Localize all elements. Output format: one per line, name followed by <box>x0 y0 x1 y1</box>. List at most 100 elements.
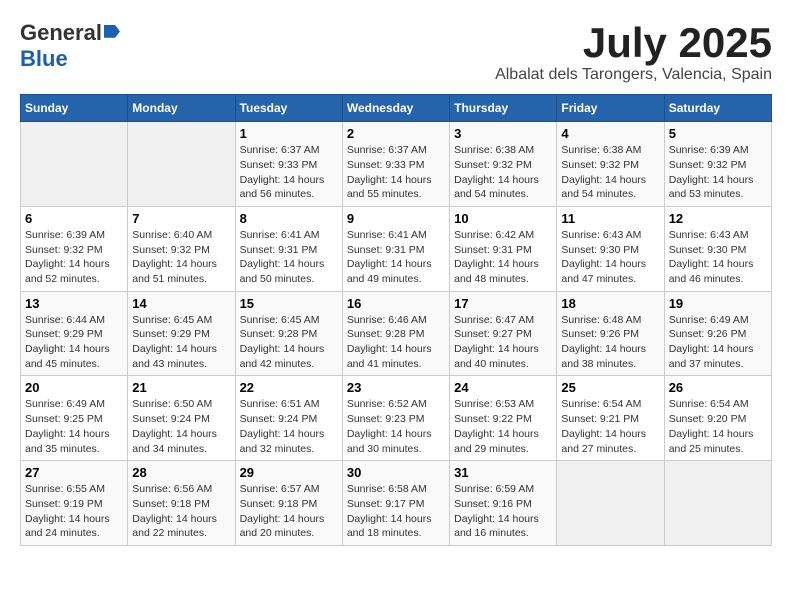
day-info: Sunrise: 6:41 AMSunset: 9:31 PMDaylight:… <box>347 229 432 285</box>
day-number: 27 <box>25 465 123 480</box>
day-cell: 12 Sunrise: 6:43 AMSunset: 9:30 PMDaylig… <box>664 206 771 291</box>
week-row-2: 6 Sunrise: 6:39 AMSunset: 9:32 PMDayligh… <box>21 206 772 291</box>
day-cell: 5 Sunrise: 6:39 AMSunset: 9:32 PMDayligh… <box>664 122 771 207</box>
day-info: Sunrise: 6:45 AMSunset: 9:28 PMDaylight:… <box>240 314 325 370</box>
day-number: 30 <box>347 465 445 480</box>
day-info: Sunrise: 6:57 AMSunset: 9:18 PMDaylight:… <box>240 483 325 539</box>
day-number: 12 <box>669 211 767 226</box>
day-number: 8 <box>240 211 338 226</box>
day-cell: 11 Sunrise: 6:43 AMSunset: 9:30 PMDaylig… <box>557 206 664 291</box>
day-cell: 4 Sunrise: 6:38 AMSunset: 9:32 PMDayligh… <box>557 122 664 207</box>
day-info: Sunrise: 6:49 AMSunset: 9:25 PMDaylight:… <box>25 398 110 454</box>
day-number: 23 <box>347 380 445 395</box>
day-cell <box>664 461 771 546</box>
day-number: 14 <box>132 296 230 311</box>
day-info: Sunrise: 6:38 AMSunset: 9:32 PMDaylight:… <box>454 144 539 200</box>
week-row-4: 20 Sunrise: 6:49 AMSunset: 9:25 PMDaylig… <box>21 376 772 461</box>
day-number: 26 <box>669 380 767 395</box>
day-number: 28 <box>132 465 230 480</box>
calendar-title: July 2025 <box>495 20 772 66</box>
logo-general-text: General <box>20 20 102 46</box>
header-monday: Monday <box>128 95 235 122</box>
header-wednesday: Wednesday <box>342 95 449 122</box>
header-friday: Friday <box>557 95 664 122</box>
day-cell: 29 Sunrise: 6:57 AMSunset: 9:18 PMDaylig… <box>235 461 342 546</box>
day-cell: 18 Sunrise: 6:48 AMSunset: 9:26 PMDaylig… <box>557 291 664 376</box>
day-cell: 20 Sunrise: 6:49 AMSunset: 9:25 PMDaylig… <box>21 376 128 461</box>
header-sunday: Sunday <box>21 95 128 122</box>
day-cell <box>557 461 664 546</box>
day-number: 21 <box>132 380 230 395</box>
day-number: 13 <box>25 296 123 311</box>
day-cell: 21 Sunrise: 6:50 AMSunset: 9:24 PMDaylig… <box>128 376 235 461</box>
day-number: 17 <box>454 296 552 311</box>
day-number: 6 <box>25 211 123 226</box>
calendar-header-row: SundayMondayTuesdayWednesdayThursdayFrid… <box>21 95 772 122</box>
day-number: 5 <box>669 126 767 141</box>
header-saturday: Saturday <box>664 95 771 122</box>
day-cell: 16 Sunrise: 6:46 AMSunset: 9:28 PMDaylig… <box>342 291 449 376</box>
day-cell: 1 Sunrise: 6:37 AMSunset: 9:33 PMDayligh… <box>235 122 342 207</box>
day-info: Sunrise: 6:44 AMSunset: 9:29 PMDaylight:… <box>25 314 110 370</box>
day-cell: 15 Sunrise: 6:45 AMSunset: 9:28 PMDaylig… <box>235 291 342 376</box>
day-cell: 13 Sunrise: 6:44 AMSunset: 9:29 PMDaylig… <box>21 291 128 376</box>
day-info: Sunrise: 6:54 AMSunset: 9:20 PMDaylight:… <box>669 398 754 454</box>
day-info: Sunrise: 6:58 AMSunset: 9:17 PMDaylight:… <box>347 483 432 539</box>
week-row-1: 1 Sunrise: 6:37 AMSunset: 9:33 PMDayligh… <box>21 122 772 207</box>
day-number: 4 <box>561 126 659 141</box>
day-number: 31 <box>454 465 552 480</box>
day-info: Sunrise: 6:49 AMSunset: 9:26 PMDaylight:… <box>669 314 754 370</box>
day-info: Sunrise: 6:38 AMSunset: 9:32 PMDaylight:… <box>561 144 646 200</box>
day-number: 22 <box>240 380 338 395</box>
day-info: Sunrise: 6:41 AMSunset: 9:31 PMDaylight:… <box>240 229 325 285</box>
day-info: Sunrise: 6:39 AMSunset: 9:32 PMDaylight:… <box>669 144 754 200</box>
day-cell: 30 Sunrise: 6:58 AMSunset: 9:17 PMDaylig… <box>342 461 449 546</box>
day-cell: 27 Sunrise: 6:55 AMSunset: 9:19 PMDaylig… <box>21 461 128 546</box>
day-info: Sunrise: 6:46 AMSunset: 9:28 PMDaylight:… <box>347 314 432 370</box>
calendar-location: Albalat dels Tarongers, Valencia, Spain <box>495 66 772 84</box>
day-cell: 31 Sunrise: 6:59 AMSunset: 9:16 PMDaylig… <box>450 461 557 546</box>
day-number: 11 <box>561 211 659 226</box>
day-info: Sunrise: 6:37 AMSunset: 9:33 PMDaylight:… <box>240 144 325 200</box>
day-number: 7 <box>132 211 230 226</box>
day-number: 10 <box>454 211 552 226</box>
day-info: Sunrise: 6:43 AMSunset: 9:30 PMDaylight:… <box>561 229 646 285</box>
logo: General Blue <box>20 20 120 72</box>
week-row-3: 13 Sunrise: 6:44 AMSunset: 9:29 PMDaylig… <box>21 291 772 376</box>
page-header: General Blue July 2025 Albalat dels Taro… <box>20 20 772 84</box>
day-info: Sunrise: 6:48 AMSunset: 9:26 PMDaylight:… <box>561 314 646 370</box>
day-number: 2 <box>347 126 445 141</box>
day-number: 3 <box>454 126 552 141</box>
day-info: Sunrise: 6:37 AMSunset: 9:33 PMDaylight:… <box>347 144 432 200</box>
day-number: 16 <box>347 296 445 311</box>
day-cell: 9 Sunrise: 6:41 AMSunset: 9:31 PMDayligh… <box>342 206 449 291</box>
day-cell: 2 Sunrise: 6:37 AMSunset: 9:33 PMDayligh… <box>342 122 449 207</box>
day-info: Sunrise: 6:53 AMSunset: 9:22 PMDaylight:… <box>454 398 539 454</box>
day-cell: 14 Sunrise: 6:45 AMSunset: 9:29 PMDaylig… <box>128 291 235 376</box>
day-cell: 19 Sunrise: 6:49 AMSunset: 9:26 PMDaylig… <box>664 291 771 376</box>
day-cell: 22 Sunrise: 6:51 AMSunset: 9:24 PMDaylig… <box>235 376 342 461</box>
day-number: 20 <box>25 380 123 395</box>
day-number: 15 <box>240 296 338 311</box>
day-number: 25 <box>561 380 659 395</box>
logo-blue-text: Blue <box>20 46 68 72</box>
day-cell: 25 Sunrise: 6:54 AMSunset: 9:21 PMDaylig… <box>557 376 664 461</box>
day-info: Sunrise: 6:51 AMSunset: 9:24 PMDaylight:… <box>240 398 325 454</box>
day-info: Sunrise: 6:50 AMSunset: 9:24 PMDaylight:… <box>132 398 217 454</box>
day-cell <box>128 122 235 207</box>
day-cell: 7 Sunrise: 6:40 AMSunset: 9:32 PMDayligh… <box>128 206 235 291</box>
day-cell: 10 Sunrise: 6:42 AMSunset: 9:31 PMDaylig… <box>450 206 557 291</box>
day-info: Sunrise: 6:47 AMSunset: 9:27 PMDaylight:… <box>454 314 539 370</box>
day-info: Sunrise: 6:54 AMSunset: 9:21 PMDaylight:… <box>561 398 646 454</box>
day-cell: 24 Sunrise: 6:53 AMSunset: 9:22 PMDaylig… <box>450 376 557 461</box>
day-info: Sunrise: 6:42 AMSunset: 9:31 PMDaylight:… <box>454 229 539 285</box>
day-cell: 28 Sunrise: 6:56 AMSunset: 9:18 PMDaylig… <box>128 461 235 546</box>
day-cell <box>21 122 128 207</box>
week-row-5: 27 Sunrise: 6:55 AMSunset: 9:19 PMDaylig… <box>21 461 772 546</box>
day-number: 19 <box>669 296 767 311</box>
day-cell: 26 Sunrise: 6:54 AMSunset: 9:20 PMDaylig… <box>664 376 771 461</box>
title-block: July 2025 Albalat dels Tarongers, Valenc… <box>495 20 772 84</box>
calendar-table: SundayMondayTuesdayWednesdayThursdayFrid… <box>20 94 772 546</box>
day-info: Sunrise: 6:40 AMSunset: 9:32 PMDaylight:… <box>132 229 217 285</box>
day-number: 29 <box>240 465 338 480</box>
